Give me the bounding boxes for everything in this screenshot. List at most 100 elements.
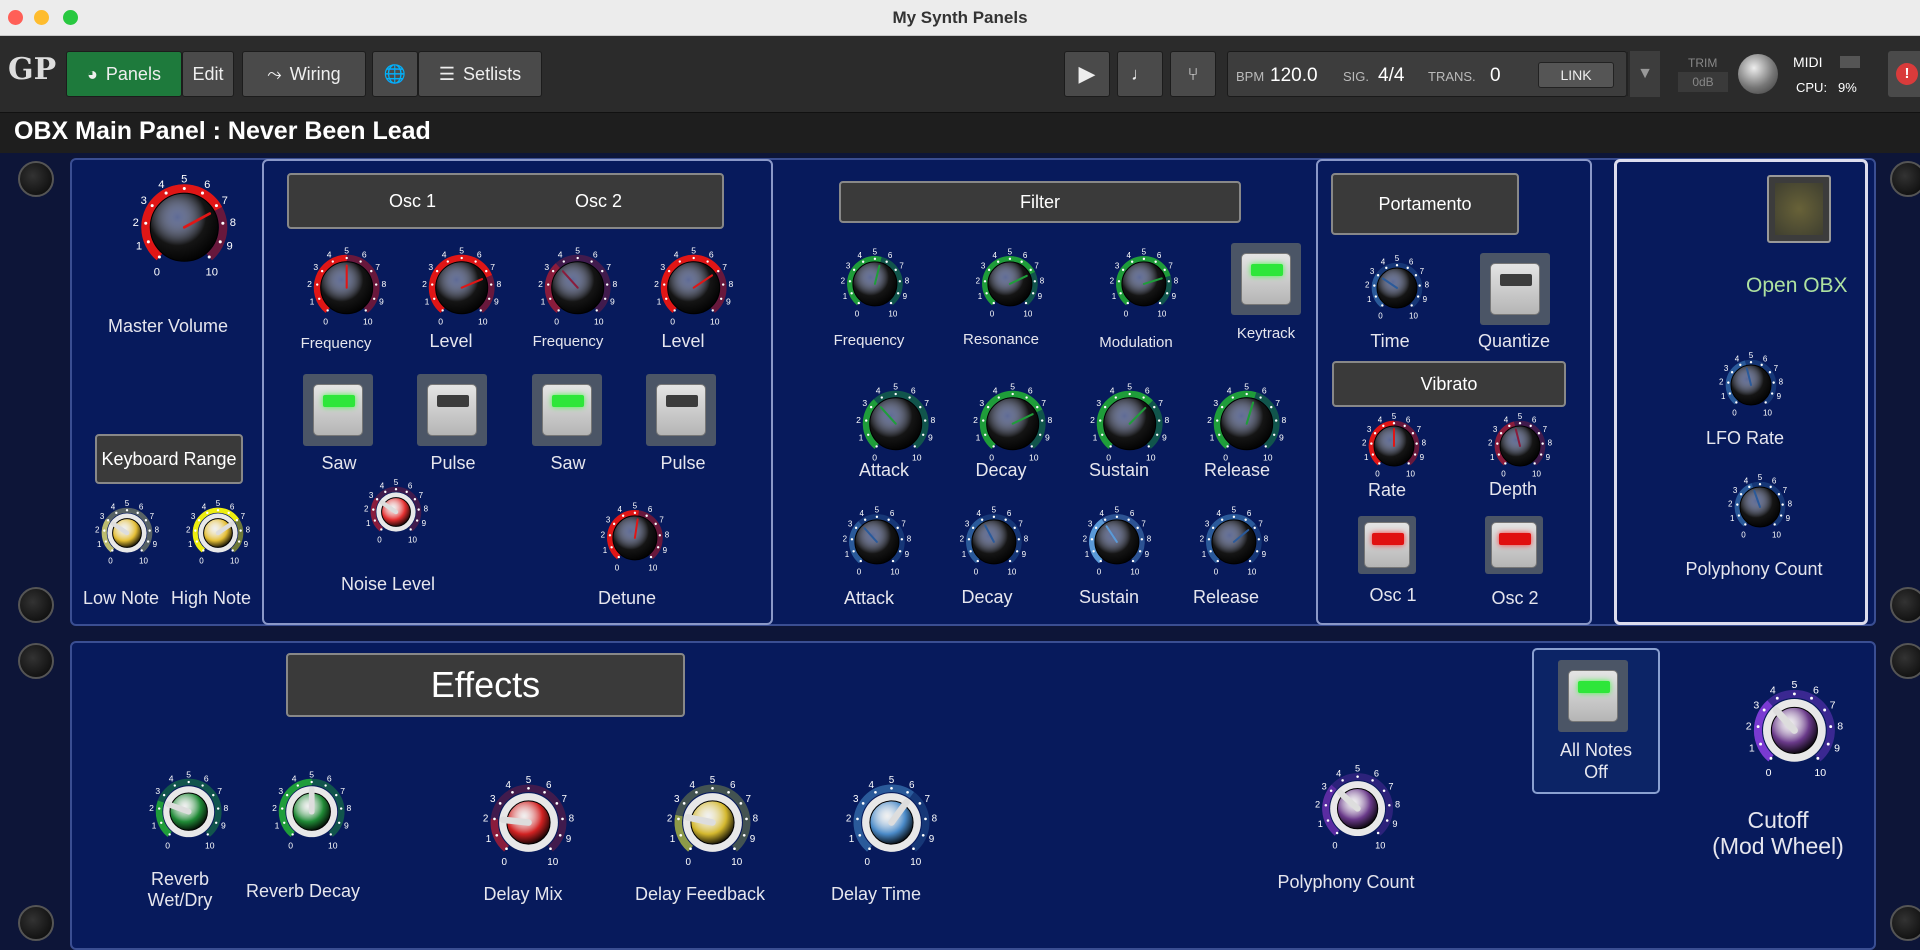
cutoff-knob[interactable]: 1 2 3 4 5 6 7 8 9 0 10 [1732,670,1857,806]
delay-time-knob[interactable]: 1 2 3 4 5 6 7 8 9 0 10 [833,766,950,894]
edit-button[interactable]: Edit [182,51,234,97]
polyphony-count-top-knob[interactable]: 1 2 3 4 5 6 7 8 9 0 10 [1721,470,1799,559]
wiring-tab-button[interactable]: ⤳ Wiring [242,51,366,97]
tuner-button[interactable]: ⑂ [1170,51,1216,97]
knob-graphic: 1 234 5 678 9 0 10 [149,769,228,850]
knob-tick-label: 6 [1813,684,1819,696]
knob-max-label: 10 [1023,309,1032,318]
knob-tick-label: 7 [1041,398,1046,408]
panels-tab-button[interactable]: ◕ Panels [66,51,182,97]
transport-dropdown[interactable]: ▼ [1630,51,1660,97]
knob-tick-label: 9 [422,519,427,528]
knob-graphic: 1 234 5 678 9 0 10 [846,775,938,868]
setlists-tab-button[interactable]: ☰ Setlists [418,51,542,97]
knob-tick-label: 3 [1096,398,1101,408]
filter-button[interactable]: Filter [839,181,1241,223]
keytrack-toggle[interactable] [1231,243,1301,315]
knob-tick-label: 5 [873,247,878,256]
low-note-knob[interactable]: 1 2 3 4 5 6 7 8 9 0 10 [88,496,166,585]
pulse-1-toggle[interactable] [417,374,487,446]
portamento-button[interactable]: Portamento [1331,173,1519,235]
knob-max-label: 10 [1772,531,1781,540]
knob-tick-label: 7 [901,520,906,529]
keyboard-range-button[interactable]: Keyboard Range [95,434,243,484]
saw-1-toggle[interactable] [303,374,373,446]
lfo-rate-knob[interactable]: 1 2 3 4 5 6 7 8 9 0 10 [1712,348,1790,437]
pulse-2-toggle[interactable] [646,374,716,446]
all-notes-off-panel: All Notes Off [1532,648,1660,794]
knob-tick-label: 1 [1749,742,1755,754]
effects-button[interactable]: Effects [286,653,685,717]
cpu-value: 9% [1838,80,1857,95]
knob-graphic: 1 234 5 678 9 0 10 [1083,505,1152,576]
knob-min-label: 0 [686,857,692,868]
reverb-decay-knob[interactable]: 1 2 3 4 5 6 7 8 9 0 10 [261,763,362,875]
delay-feedback-knob[interactable]: 1 2 3 4 5 6 7 8 9 0 10 [654,766,771,894]
trim-value[interactable]: 0dB [1678,72,1728,92]
knob-tick-label: 7 [1830,699,1836,711]
knob-tick-label: 5 [526,775,532,786]
knob-tick-label: 4 [111,502,116,511]
delay-mix-knob[interactable]: 1 2 3 4 5 6 7 8 9 0 10 [470,766,587,894]
knob-tick-label: 2 [1110,276,1115,285]
resonance-knob[interactable]: 1 2 3 4 5 6 7 8 9 0 10 [967,243,1053,340]
vibrato-osc-2-toggle[interactable] [1485,516,1543,574]
knob-tick-label: 6 [1763,354,1768,363]
knob-tick-label: 3 [1367,425,1372,434]
all-notes-off-button[interactable] [1558,660,1628,732]
detune-knob[interactable]: 1 2 3 4 5 6 7 8 9 0 10 [592,497,678,594]
knob-max-label: 10 [648,563,657,572]
amp-attack-knob[interactable]: 1 2 3 4 5 6 7 8 9 0 10 [834,501,920,598]
knob-tick-label: 5 [889,775,895,786]
pulse-2-label: Pulse [660,453,706,473]
knob-max-label: 10 [363,317,373,327]
knob-tick-label: 8 [665,530,670,539]
knob-tick-label: 3 [100,512,105,521]
knob-tick-label: 7 [561,794,567,805]
amp-decay-knob[interactable]: 1 2 3 4 5 6 7 8 9 0 10 [951,501,1037,598]
knob-tick-label: 1 [976,433,981,443]
filter-release-label: Release [1203,460,1271,480]
knob-tick-label: 3 [1733,486,1738,495]
saw-2-toggle[interactable] [532,374,602,446]
portamento-time-knob[interactable]: 1 2 3 4 5 6 7 8 9 0 10 [1358,251,1436,340]
osc-select-button[interactable]: Osc 1 Osc 2 [287,173,724,229]
master-output-knob[interactable] [1738,54,1778,94]
delay-mix-label: Delay Mix [483,884,563,904]
bpm-value[interactable]: 120.0 [1270,65,1318,87]
quantize-toggle[interactable] [1480,253,1550,325]
link-button[interactable]: LINK [1538,62,1614,88]
knob-tick-label: 4 [1381,257,1386,266]
polyphony-count-bottom-knob[interactable]: 1 2 3 4 5 6 7 8 9 0 10 [1303,756,1412,876]
knob-tick-label: 9 [1038,292,1043,301]
knob-max-label: 10 [888,309,897,318]
knob-tick-label: 4 [558,250,563,260]
modulation-knob[interactable]: 1 2 3 4 5 6 7 8 9 0 10 [1101,243,1187,340]
knob-tick-label: 5 [710,775,716,786]
knob-tick-label: 4 [860,509,865,518]
open-obx-button[interactable] [1767,175,1831,243]
vibrato-button[interactable]: Vibrato [1332,361,1566,407]
reverb-wet-dry-knob[interactable]: 1 2 3 4 5 6 7 8 9 0 10 [138,763,239,875]
alert-button[interactable]: ! [1888,51,1920,97]
vibrato-osc-2-label: Osc 2 [1491,588,1539,608]
signature-value[interactable]: 4/4 [1378,65,1404,87]
metronome-button[interactable]: ♩ [1117,51,1163,97]
knob-tick-label: 2 [1746,720,1752,732]
master-volume-knob[interactable]: 1 2 3 4 5 6 7 8 9 0 10 [118,163,251,307]
knob-tick-label: 2 [976,276,981,285]
knob-tick-label: 9 [663,546,668,555]
global-rackspace-button[interactable]: 🌐 [372,51,418,97]
knob-tick-label: 5 [691,245,696,255]
vibrato-osc-1-toggle[interactable] [1358,516,1416,574]
filter-decay-label: Decay [975,460,1027,480]
play-button[interactable]: ▶ [1064,51,1110,97]
amp-sustain-knob[interactable]: 1 2 3 4 5 6 7 8 9 0 10 [1074,501,1160,598]
high-note-knob[interactable]: 1 2 3 4 5 6 7 8 9 0 10 [179,496,257,585]
filter-frequency-knob[interactable]: 1 2 3 4 5 6 7 8 9 0 10 [832,243,918,340]
transpose-value[interactable]: 0 [1490,65,1501,87]
knob-tick-label: 6 [477,250,482,260]
amp-release-knob[interactable]: 1 2 3 4 5 6 7 8 9 0 10 [1191,501,1277,598]
knob-tick-label: 1 [657,297,662,307]
noise-level-knob[interactable]: 1 2 3 4 5 6 7 8 9 0 10 [357,475,435,564]
